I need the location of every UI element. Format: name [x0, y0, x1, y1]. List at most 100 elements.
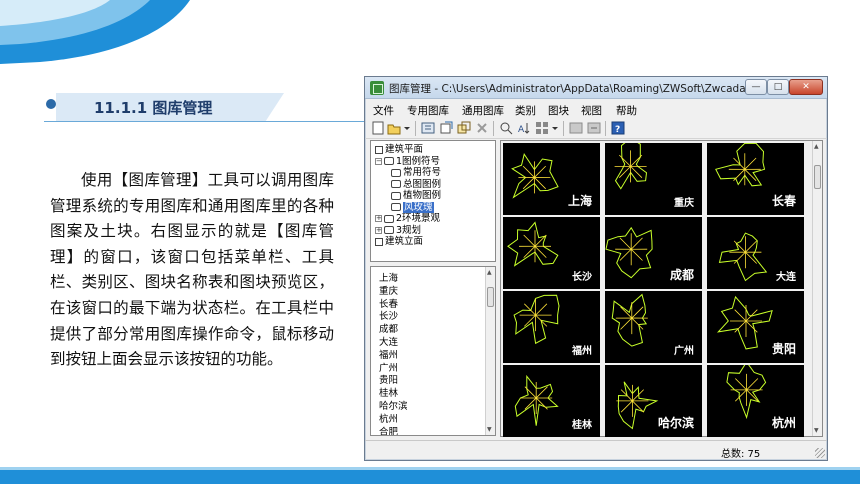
- block-name-list: 上海 重庆 长春 长沙 成都 大连 福州 广州 贵阳 桂林 哈尔滨 杭州 合肥 ▲ ▼: [370, 266, 496, 436]
- preview-tile[interactable]: 福州: [503, 291, 600, 363]
- preview-tile[interactable]: 广州: [605, 291, 702, 363]
- preview-tile[interactable]: 上海: [503, 143, 600, 215]
- folder-icon: [391, 168, 401, 177]
- preview-label: 大连: [776, 272, 796, 283]
- dropdown-arrow-icon[interactable]: [403, 121, 411, 135]
- folder-open-icon: [391, 203, 401, 211]
- expand-icon[interactable]: +: [375, 226, 382, 234]
- open-icon[interactable]: [387, 121, 401, 135]
- window-title: 图库管理 - C:\Users\Administrator\AppData\Ro…: [389, 83, 773, 95]
- maximize-button[interactable]: □: [767, 79, 789, 95]
- preview-label: 成都: [669, 268, 694, 282]
- doc-icon: [375, 237, 383, 246]
- preview-tile[interactable]: 贵阳: [707, 291, 804, 363]
- tree-item[interactable]: 总图图例: [391, 179, 441, 190]
- section-title: 11.1.1 图库管理: [94, 99, 213, 117]
- scroll-thumb[interactable]: [487, 287, 494, 307]
- collapse-icon[interactable]: −: [375, 157, 382, 165]
- menu-special-library[interactable]: 专用图库: [407, 103, 449, 118]
- preview-label: 上海: [567, 194, 592, 208]
- menu-help[interactable]: 帮助: [616, 103, 637, 118]
- heading-underline: [44, 121, 364, 122]
- toolbar-separator: [493, 121, 494, 136]
- preview-label: 长沙: [572, 272, 592, 283]
- preview-label: 长春: [771, 194, 796, 208]
- preview-tile[interactable]: 长沙: [503, 217, 600, 289]
- resize-grip-icon[interactable]: [815, 448, 825, 458]
- next-view-icon[interactable]: [587, 121, 601, 135]
- folder-icon: [384, 214, 394, 223]
- sort-icon[interactable]: A: [517, 121, 531, 135]
- tree-item-label: 3规划: [396, 224, 422, 236]
- tree-item[interactable]: 风玫瑰: [391, 201, 434, 213]
- scroll-up-icon[interactable]: ▲: [487, 269, 492, 276]
- tree-item[interactable]: − 1图例符号: [375, 156, 440, 167]
- section-heading: 11.1.1 图库管理: [44, 93, 364, 123]
- tree-item-label: 建筑立面: [385, 236, 424, 247]
- find-icon[interactable]: [499, 121, 513, 135]
- total-count: 总数: 75: [721, 449, 761, 460]
- description-paragraph: 使用【图库管理】工具可以调用图库管理系统的专用图库和通用图库里的各种图案及土块。…: [50, 171, 334, 369]
- library-manager-window: 图库管理 - C:\Users\Administrator\AppData\Ro…: [364, 76, 828, 461]
- footer-bar: [0, 470, 860, 484]
- scroll-down-icon[interactable]: ▼: [487, 426, 492, 433]
- status-bar: 总数: 75: [365, 440, 827, 460]
- preview-tile[interactable]: 杭州: [707, 365, 804, 437]
- menu-block[interactable]: 图块: [548, 103, 569, 118]
- preview-tile[interactable]: 桂林: [503, 365, 600, 437]
- menu-file[interactable]: 文件: [373, 103, 394, 118]
- scroll-up-icon[interactable]: ▲: [814, 143, 819, 150]
- list-scrollbar[interactable]: ▲ ▼: [485, 267, 495, 435]
- preview-tile[interactable]: 哈尔滨: [605, 365, 702, 437]
- delete-icon[interactable]: [475, 121, 489, 135]
- scroll-down-icon[interactable]: ▼: [814, 427, 819, 434]
- bullet-icon: [46, 99, 56, 109]
- preview-tile[interactable]: 长春: [707, 143, 804, 215]
- tree-item[interactable]: +2环境景观: [375, 213, 440, 224]
- import-icon[interactable]: [421, 121, 435, 135]
- preview-label: 杭州: [771, 416, 796, 430]
- block-preview-area: 上海 重庆 长春长沙 成都 大连福州 广州 贵阳桂林 哈尔滨 杭州 ▲ ▼: [500, 140, 823, 437]
- menu-bar: 文件 专用图库 通用图库 类别 图块 视图 帮助: [365, 100, 827, 118]
- toolbar-separator: [415, 121, 416, 136]
- category-tree: 建筑平面 −1图例符号 常用符号 总图图例 植物图例 风玫瑰 +2环境景观 +3规划 建筑立面: [370, 140, 496, 262]
- menu-view[interactable]: 视图: [581, 103, 602, 118]
- preview-tile[interactable]: 重庆: [605, 143, 702, 215]
- expand-icon[interactable]: +: [375, 215, 382, 222]
- dropdown-arrow-icon[interactable]: [551, 121, 559, 135]
- tree-item-label: 常用符号: [403, 167, 442, 178]
- prev-view-icon[interactable]: [569, 121, 583, 135]
- tree-item[interactable]: 常用符号: [391, 167, 441, 178]
- minimize-button[interactable]: —: [745, 79, 767, 95]
- tree-item-label: 植物图例: [403, 190, 442, 201]
- preview-label: 贵阳: [771, 342, 796, 356]
- tree-item[interactable]: +3规划: [375, 225, 421, 236]
- menu-general-library[interactable]: 通用图库: [462, 103, 504, 118]
- view-mode-icon[interactable]: [535, 121, 549, 135]
- tree-item[interactable]: 建筑立面: [375, 236, 423, 247]
- tree-item-label: 2环境景观: [396, 213, 441, 224]
- preview-label: 重庆: [674, 198, 694, 209]
- tree-item-label: 风玫瑰: [403, 201, 434, 213]
- tree-item-label: 1图例符号: [396, 155, 441, 167]
- title-bar[interactable]: 图库管理 - C:\Users\Administrator\AppData\Ro…: [365, 77, 827, 99]
- folder-icon: [384, 226, 394, 234]
- list-item[interactable]: 合肥: [379, 424, 398, 435]
- preview-scrollbar[interactable]: ▲ ▼: [812, 141, 822, 436]
- tree-item[interactable]: 植物图例: [391, 190, 441, 201]
- preview-tile[interactable]: 成都: [605, 217, 702, 289]
- tree-item[interactable]: 建筑平面: [375, 144, 423, 155]
- help-icon[interactable]: ?: [611, 121, 625, 135]
- replace-icon[interactable]: [457, 121, 471, 135]
- preview-label: 桂林: [572, 420, 592, 431]
- insert-block-icon[interactable]: [439, 121, 453, 135]
- svg-text:A: A: [518, 125, 525, 135]
- app-icon: [370, 81, 384, 95]
- toolbar-separator: [563, 121, 564, 136]
- scroll-thumb[interactable]: [814, 165, 821, 189]
- toolbar-separator: [605, 121, 606, 136]
- close-button[interactable]: ✕: [789, 79, 823, 95]
- preview-tile[interactable]: 大连: [707, 217, 804, 289]
- new-icon[interactable]: [371, 121, 385, 135]
- menu-category[interactable]: 类别: [515, 103, 536, 118]
